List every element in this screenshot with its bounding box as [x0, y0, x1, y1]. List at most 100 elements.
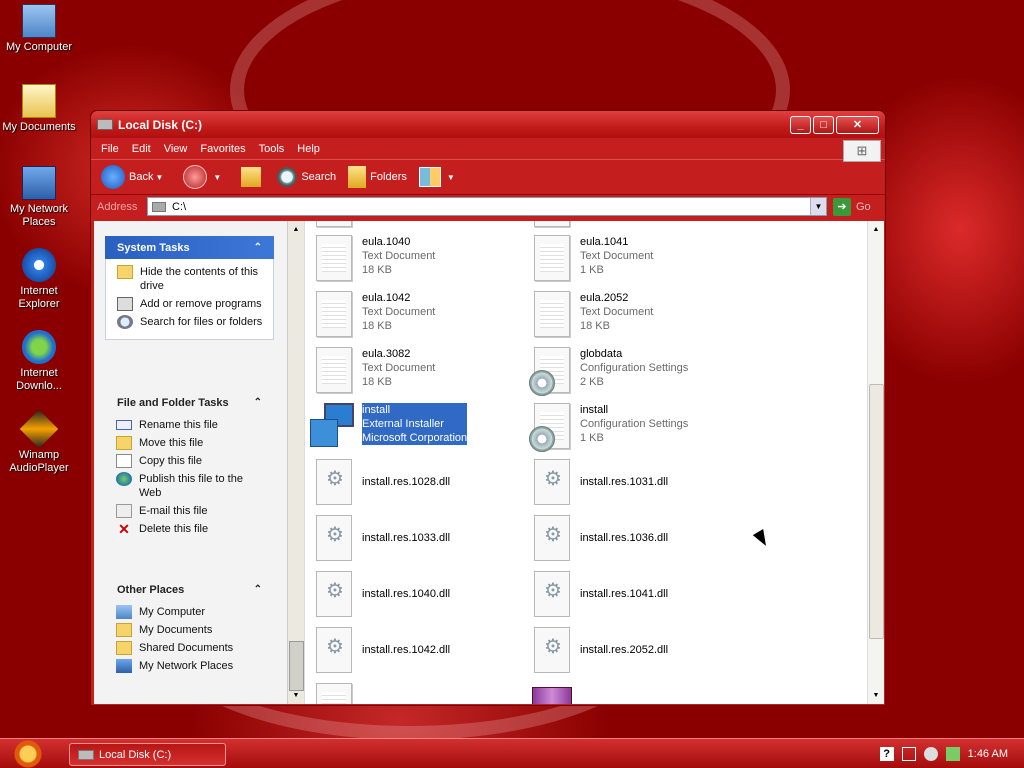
place-my-documents[interactable]: My Documents	[116, 623, 266, 637]
scroll-up-arrow-icon[interactable]: ▲	[288, 221, 304, 238]
file-size: 1 KB	[580, 264, 604, 276]
file-item[interactable]: eula.3082 Text Document 18 KB	[316, 347, 435, 393]
dll-file-icon	[534, 515, 570, 561]
windows-installer-icon	[310, 403, 356, 447]
title-bar[interactable]: Local Disk (C:) _ □ ✕	[91, 111, 885, 138]
task-label: Add or remove programs	[140, 298, 262, 310]
search-button[interactable]: Search	[277, 167, 336, 187]
file-size: 1 KB	[580, 432, 604, 444]
task-delete-file[interactable]: ✕ Delete this file	[116, 522, 266, 536]
task-search-files[interactable]: Search for files or folders	[117, 315, 265, 329]
clock[interactable]: 1:46 AM	[968, 748, 1008, 760]
partial-file-icon	[316, 221, 352, 227]
file-item[interactable]: install.res.1040.dll	[316, 571, 450, 617]
forward-dropdown-icon[interactable]: ▼	[213, 173, 221, 182]
minimize-button[interactable]: _	[790, 115, 811, 134]
task-rename-file[interactable]: Rename this file	[116, 418, 266, 432]
system-tasks-header[interactable]: System Tasks ⌃	[105, 236, 274, 259]
task-label: Hide the contents of this drive	[140, 266, 259, 292]
file-list-scroll-thumb[interactable]	[869, 384, 884, 639]
file-item[interactable]: globdata Configuration Settings 2 KB	[529, 347, 688, 396]
file-item[interactable]: install.res.1041.dll	[534, 571, 668, 617]
file-item[interactable]: eula.1042 Text Document 18 KB	[316, 291, 435, 337]
task-hide-drive-contents[interactable]: Hide the contents of this drive	[117, 265, 265, 293]
address-input[interactable]: C:\ ▼	[147, 197, 827, 216]
file-item[interactable]: eula.2052 Text Document 18 KB	[534, 291, 653, 337]
maximize-button[interactable]: □	[813, 115, 834, 134]
desktop-icon-my-documents[interactable]: My Documents	[0, 84, 78, 134]
task-label: Move this file	[139, 437, 204, 449]
help-icon[interactable]: ?	[879, 747, 894, 761]
desktop-icon-download-manager[interactable]: Internet Downlo...	[0, 330, 78, 393]
desktop-icon-my-computer[interactable]: My Computer	[0, 4, 78, 54]
file-item[interactable]: install.res.1036.dll	[534, 515, 668, 561]
start-button[interactable]	[0, 739, 58, 768]
file-item[interactable]: install.res.2052.dll	[534, 627, 668, 673]
file-name: globdata	[580, 348, 623, 360]
views-icon	[418, 167, 441, 187]
windows-logo-icon: ⊞	[843, 140, 881, 162]
place-shared-documents[interactable]: Shared Documents	[116, 641, 266, 655]
dll-file-icon	[316, 627, 352, 673]
address-dropdown-icon[interactable]: ▼	[810, 198, 826, 215]
network-icon[interactable]	[945, 747, 960, 761]
taskbar-window-button[interactable]: Local Disk (C:)	[69, 743, 226, 766]
views-dropdown-icon[interactable]: ▼	[447, 173, 455, 182]
task-add-remove-programs[interactable]: Add or remove programs	[117, 297, 265, 311]
file-item[interactable]: eula.1040 Text Document 18 KB	[316, 235, 435, 281]
task-copy-file[interactable]: Copy this file	[116, 454, 266, 468]
folders-button[interactable]: Folders	[348, 166, 407, 188]
close-button[interactable]: ✕	[836, 115, 879, 134]
back-button[interactable]: Back ▼	[101, 165, 171, 189]
file-list-scrollbar[interactable]: ▲ ▼	[867, 221, 884, 704]
place-my-computer[interactable]: My Computer	[116, 605, 266, 619]
file-item[interactable]: eula.1041 Text Document 1 KB	[534, 235, 653, 281]
file-company: Microsoft Corporation	[362, 432, 468, 444]
task-email-file[interactable]: E-mail this file	[116, 504, 266, 518]
menu-tools[interactable]: Tools	[259, 143, 285, 155]
place-label: My Documents	[139, 624, 213, 636]
go-button[interactable]: ➔ Go	[833, 197, 871, 216]
file-item[interactable]: install.res.1028.dll	[316, 459, 450, 505]
desktop-icon-network-places[interactable]: My Network Places	[0, 166, 78, 229]
desktop-icon-internet-explorer[interactable]: Internet Explorer	[0, 248, 78, 311]
menu-view[interactable]: View	[164, 143, 188, 155]
scroll-down-arrow-icon[interactable]: ▼	[868, 687, 884, 704]
forward-button[interactable]: ▼	[183, 165, 229, 189]
taskpane-scrollbar[interactable]: ▲ ▼	[287, 221, 304, 704]
back-dropdown-icon[interactable]: ▼	[155, 173, 163, 182]
views-button[interactable]: ▼	[418, 167, 463, 187]
address-label: Address	[97, 200, 138, 213]
drive-icon	[97, 119, 113, 130]
collapse-chevron-icon[interactable]: ⌃	[254, 584, 262, 595]
go-arrow-icon: ➔	[833, 197, 851, 216]
collapse-chevron-icon[interactable]: ⌃	[254, 397, 262, 408]
window-switch-icon[interactable]	[901, 747, 916, 761]
volume-icon[interactable]	[923, 747, 938, 761]
task-move-file[interactable]: Move this file	[116, 436, 266, 450]
file-folder-tasks-header[interactable]: File and Folder Tasks ⌃	[105, 391, 274, 414]
collapse-chevron-icon[interactable]: ⌃	[254, 242, 262, 253]
file-item[interactable]: install.res.1042.dll	[316, 627, 450, 673]
other-places-header[interactable]: Other Places ⌃	[105, 578, 274, 601]
taskpane-scroll-thumb[interactable]	[289, 641, 304, 691]
file-item[interactable]: install.res.1033.dll	[316, 515, 450, 561]
menu-favorites[interactable]: Favorites	[200, 143, 245, 155]
menu-edit[interactable]: Edit	[132, 143, 151, 155]
menu-file[interactable]: File	[101, 143, 119, 155]
file-item[interactable]: install Configuration Settings 1 KB	[529, 403, 688, 452]
scroll-down-arrow-icon[interactable]: ▼	[288, 687, 304, 704]
task-publish-web[interactable]: Publish this file to the Web	[116, 472, 266, 500]
desktop-icon-winamp[interactable]: Winamp AudioPlayer	[0, 409, 78, 475]
taskbar: Local Disk (C:) ? 1:46 AM	[0, 738, 1024, 768]
file-item[interactable]: install.res.1031.dll	[534, 459, 668, 505]
scroll-up-arrow-icon[interactable]: ▲	[868, 221, 884, 238]
my-computer-icon	[22, 4, 56, 38]
file-name: install.res.1033.dll	[362, 532, 451, 544]
explorer-window: Local Disk (C:) _ □ ✕ File Edit View Fav…	[90, 110, 886, 706]
file-item-selected[interactable]: install External Installer Microsoft Corpo…	[310, 403, 468, 447]
place-my-network-places[interactable]: My Network Places	[116, 659, 266, 673]
up-folder-button[interactable]	[241, 167, 265, 187]
file-type: Text Document	[362, 250, 436, 262]
menu-help[interactable]: Help	[297, 143, 320, 155]
